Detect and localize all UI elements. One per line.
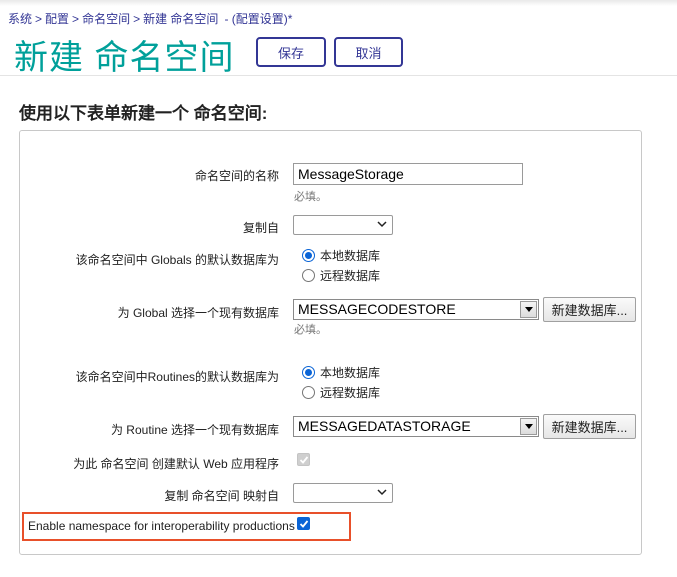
chevron-down-icon [377,221,387,228]
routines-remote-option[interactable]: 远程数据库 [302,384,380,401]
routines-local-radio[interactable] [302,366,315,379]
globals-remote-radio[interactable] [302,269,315,282]
breadcrumb: 系统 > 配置 > 命名空间 > 新建 命名空间 - (配置设置)* [8,10,292,27]
web-app-label: 为此 命名空间 创建默认 Web 应用程序 [73,457,279,471]
new-routine-db-button[interactable]: 新建数据库... [543,414,636,439]
interop-label: Enable namespace for interoperability pr… [28,519,295,533]
copy-mapping-label: 复制 命名空间 映射自 [164,489,279,503]
cancel-button[interactable]: 取消 [334,37,403,67]
breadcrumb-separator: > [72,12,80,26]
routines-remote-label: 远程数据库 [320,386,381,400]
breadcrumb-separator: > [133,12,141,26]
new-global-db-button[interactable]: 新建数据库... [543,297,636,322]
globals-remote-option[interactable]: 远程数据库 [302,267,380,284]
globals-local-label: 本地数据库 [320,249,381,263]
routine-db-select-label: 为 Routine 选择一个现有数据库 [110,423,279,437]
global-db-value: MESSAGECODESTORE [298,301,456,317]
routines-local-label: 本地数据库 [320,366,381,380]
routines-remote-radio[interactable] [302,386,315,399]
breadcrumb-system[interactable]: 系统 [8,12,32,26]
global-db-hint: 必填。 [294,324,327,336]
dropdown-arrow-icon[interactable] [520,418,537,435]
globals-db-label: 该命名空间中 Globals 的默认数据库为 [75,253,279,267]
namespace-name-input[interactable] [293,163,523,185]
check-icon [299,520,309,528]
routine-db-value: MESSAGEDATASTORAGE [298,418,471,434]
form-instruction: 使用以下表单新建一个 命名空间: [19,104,268,123]
routine-db-select[interactable]: MESSAGEDATASTORAGE [293,416,539,437]
breadcrumb-namespaces[interactable]: 命名空间 [82,12,130,26]
page-title: 新建 命名空间 [14,39,235,77]
globals-local-radio[interactable] [302,249,315,262]
web-app-checkbox [297,453,310,466]
save-button[interactable]: 保存 [256,37,326,67]
breadcrumb-new-namespace[interactable]: 新建 命名空间 [143,12,218,26]
breadcrumb-suffix: - (配置设置)* [224,12,293,26]
namespace-name-hint: 必填。 [294,191,327,203]
check-icon [299,456,309,464]
top-shadow [0,0,677,6]
dropdown-arrow-icon[interactable] [520,301,537,318]
routines-local-option[interactable]: 本地数据库 [302,364,380,381]
global-db-select-label: 为 Global 选择一个现有数据库 [117,306,279,320]
header-divider [0,75,677,76]
namespace-name-label: 命名空间的名称 [194,169,279,183]
breadcrumb-config[interactable]: 配置 [45,12,69,26]
breadcrumb-separator: > [35,12,43,26]
global-db-select[interactable]: MESSAGECODESTORE [293,299,539,320]
copy-from-select[interactable] [293,215,393,235]
copy-from-label: 复制自 [242,221,279,235]
chevron-down-icon [377,489,387,496]
interop-checkbox[interactable] [297,517,310,530]
copy-mapping-select[interactable] [293,483,393,503]
routines-db-label: 该命名空间中Routines的默认数据库为 [75,370,279,384]
globals-local-option[interactable]: 本地数据库 [302,247,380,264]
globals-remote-label: 远程数据库 [320,269,381,283]
